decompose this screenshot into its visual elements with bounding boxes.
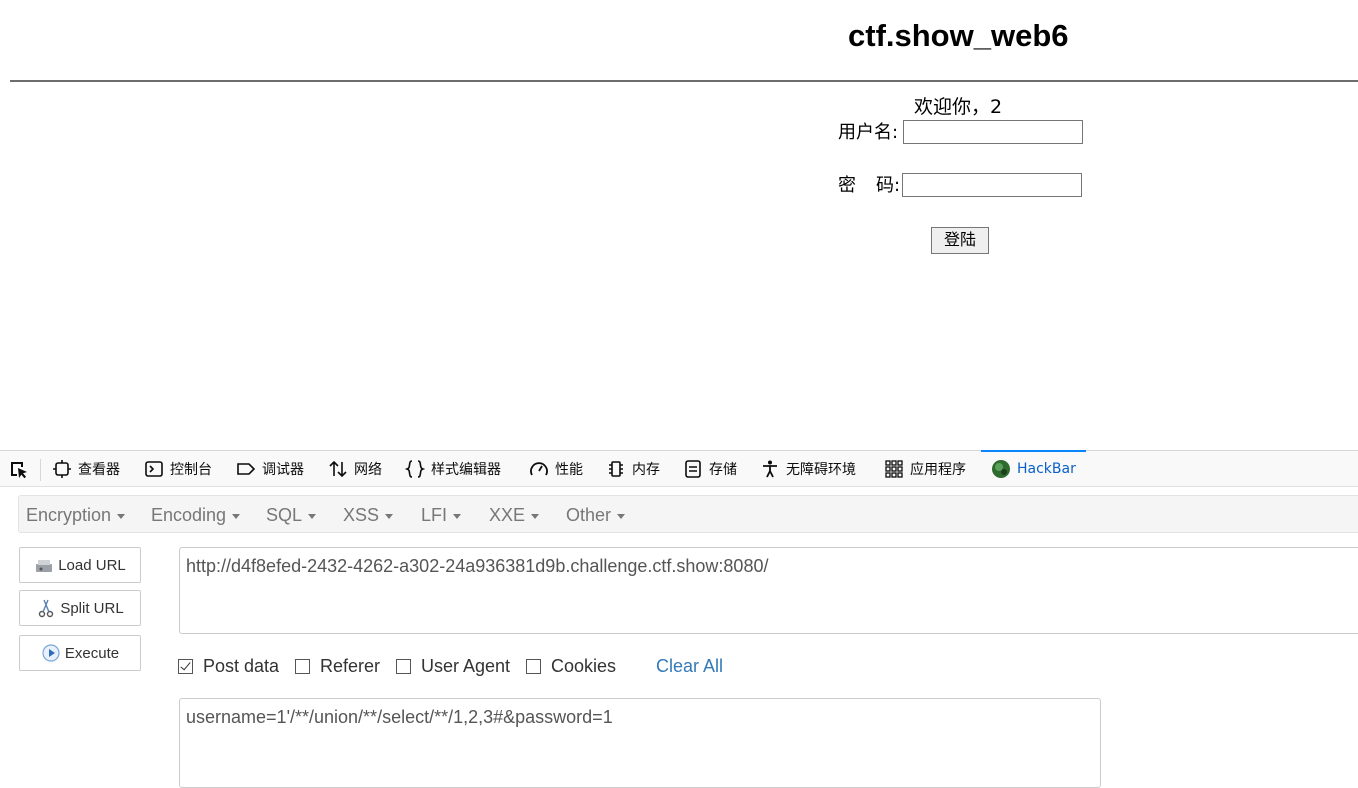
menu-lfi[interactable]: LFI (421, 504, 462, 526)
menu-other[interactable]: Other (566, 504, 626, 526)
tab-label: 性能 (555, 462, 583, 478)
caret-down-icon (617, 513, 626, 519)
username-label: 用户名: (838, 122, 899, 143)
hackbar-icon (991, 459, 1011, 479)
tab-debugger[interactable]: 调试器 (236, 451, 304, 487)
tab-storage[interactable]: 存储 (683, 451, 737, 487)
menu-encoding[interactable]: Encoding (151, 504, 241, 526)
accessibility-icon (760, 459, 780, 479)
tab-label: HackBar (1017, 461, 1076, 477)
web-page: ctf.show_web6 欢迎你，2 用户名: 密码: 登陆 (0, 0, 1358, 450)
button-label: Split URL (60, 599, 124, 617)
page-title: ctf.show_web6 (848, 18, 1069, 53)
username-input[interactable] (903, 120, 1083, 144)
tab-label: 控制台 (170, 462, 212, 478)
caret-down-icon (531, 513, 540, 519)
tab-inspector[interactable]: 查看器 (52, 451, 120, 487)
hackbar-options: Post data Referer User Agent Cookies Cle… (178, 656, 878, 680)
tab-accessibility[interactable]: 无障碍环境 (760, 451, 856, 487)
caret-down-icon (117, 513, 126, 519)
tab-label: 查看器 (78, 462, 120, 478)
checkbox-icon (295, 659, 310, 674)
tab-label: 应用程序 (910, 462, 966, 478)
caret-down-icon (385, 513, 394, 519)
tab-label: 存储 (709, 462, 737, 478)
post-data-textarea[interactable]: username=1'/**/union/**/select/**/1,2,3#… (179, 698, 1101, 788)
split-url-button[interactable]: Split URL (19, 590, 141, 626)
button-label: Execute (64, 644, 120, 662)
checkbox-checked-icon (178, 659, 193, 674)
caret-down-icon (453, 513, 462, 519)
inspector-icon (52, 459, 72, 479)
menu-xss[interactable]: XSS (343, 504, 394, 526)
password-label: 密码: (838, 174, 900, 198)
menu-label: Other (566, 505, 612, 525)
tab-label: 样式编辑器 (431, 462, 501, 478)
menu-sql[interactable]: SQL (266, 504, 317, 526)
login-button[interactable]: 登陆 (931, 227, 989, 254)
password-input[interactable] (902, 173, 1082, 197)
menu-encryption[interactable]: Encryption (26, 504, 126, 526)
devtools-panel: 查看器 控制台 调试器 网络 样式编辑器 性能 内存 存储 无障碍环境 应用程序… (0, 450, 1358, 788)
option-label: Referer (320, 656, 381, 676)
option-label: Post data (203, 656, 280, 676)
user-agent-checkbox[interactable]: User Agent (396, 656, 510, 677)
option-label: Cookies (551, 656, 617, 676)
menu-label: SQL (266, 505, 303, 525)
cookies-checkbox[interactable]: Cookies (526, 656, 616, 677)
tab-memory[interactable]: 内存 (606, 451, 660, 487)
toolbar-separator (40, 459, 41, 481)
tab-style-editor[interactable]: 样式编辑器 (405, 451, 501, 487)
menu-label: Encryption (26, 505, 112, 525)
style-editor-icon (405, 459, 425, 479)
hackbar-menubar: Encryption Encoding SQL XSS LFI XXE Othe… (18, 495, 1358, 533)
button-label: Load URL (58, 556, 126, 574)
scissors-icon (36, 598, 56, 618)
post-data-checkbox[interactable]: Post data (178, 656, 279, 677)
tab-application[interactable]: 应用程序 (884, 451, 966, 487)
debugger-icon (236, 459, 256, 479)
tab-hackbar[interactable]: HackBar (981, 450, 1086, 487)
tab-label: 无障碍环境 (786, 462, 856, 478)
menu-label: XSS (343, 505, 380, 525)
checkbox-icon (396, 659, 411, 674)
password-label-b: 码: (876, 175, 901, 196)
referer-checkbox[interactable]: Referer (295, 656, 380, 677)
checkbox-icon (526, 659, 541, 674)
url-textarea[interactable]: http://d4f8efed-2432-4262-a302-24a936381… (179, 547, 1358, 634)
performance-icon (529, 459, 549, 479)
network-icon (328, 459, 348, 479)
clear-all-link[interactable]: Clear All (656, 656, 723, 677)
tab-label: 调试器 (262, 462, 304, 478)
menu-label: LFI (421, 505, 448, 525)
devtools-tabbar: 查看器 控制台 调试器 网络 样式编辑器 性能 内存 存储 无障碍环境 应用程序… (0, 450, 1358, 487)
caret-down-icon (232, 513, 241, 519)
storage-icon (683, 459, 703, 479)
memory-icon (606, 459, 626, 479)
tab-console[interactable]: 控制台 (144, 451, 212, 487)
menu-label: Encoding (151, 505, 227, 525)
option-label: User Agent (421, 656, 511, 676)
welcome-message: 欢迎你，2 (914, 96, 1003, 118)
tab-label: 网络 (354, 462, 382, 478)
load-url-button[interactable]: Load URL (19, 547, 141, 583)
menu-xxe[interactable]: XXE (489, 504, 540, 526)
element-picker-icon[interactable] (8, 459, 30, 481)
menu-label: XXE (489, 505, 526, 525)
play-icon (41, 643, 61, 663)
tab-performance[interactable]: 性能 (529, 451, 583, 487)
application-icon (884, 459, 904, 479)
console-icon (144, 459, 164, 479)
execute-button[interactable]: Execute (19, 635, 141, 671)
tab-network[interactable]: 网络 (328, 451, 382, 487)
tab-label: 内存 (632, 462, 660, 478)
divider (10, 80, 1358, 82)
caret-down-icon (308, 513, 317, 519)
password-label-a: 密 (838, 175, 856, 196)
load-url-icon (34, 555, 54, 575)
